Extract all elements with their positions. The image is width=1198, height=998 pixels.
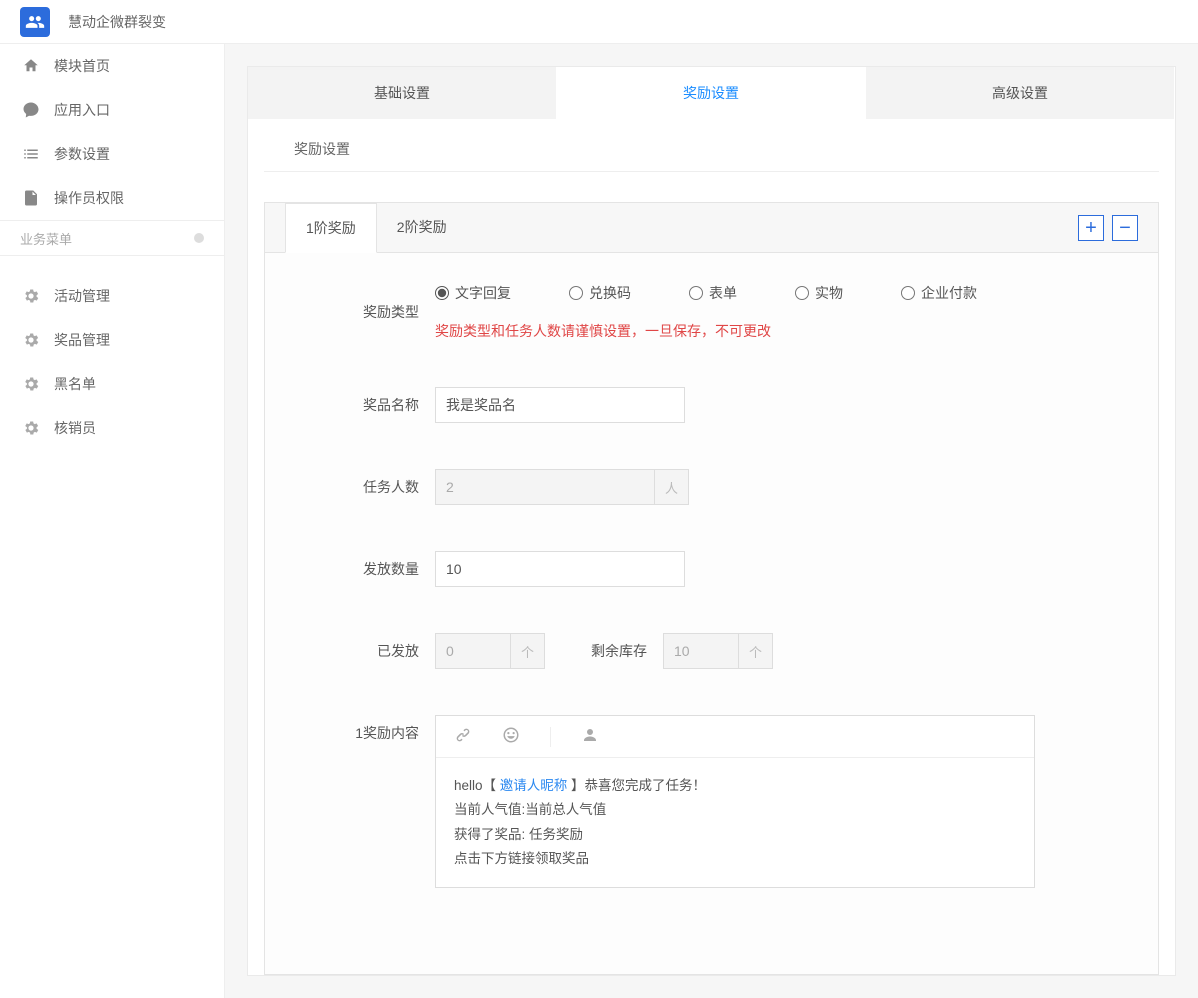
sidebar-item-label: 操作员权限 [54,188,124,208]
sidebar-item-label: 参数设置 [54,144,110,164]
inner-tabs: 1阶奖励 2阶奖励 [285,203,467,252]
radio-redeem-code[interactable]: 兑换码 [569,283,631,303]
emoji-icon[interactable] [502,726,520,747]
radio-enterprise-pay[interactable]: 企业付款 [901,283,977,303]
add-level-button[interactable]: + [1078,215,1104,241]
sidebar-item-verifier[interactable]: 核销员 [0,406,224,450]
inner-tab-level2[interactable]: 2阶奖励 [377,203,467,252]
sidebar-item-label: 核销员 [54,418,96,438]
sidebar-item-label: 黑名单 [54,374,96,394]
issue-qty-input[interactable] [435,551,685,587]
task-count-label: 任务人数 [305,477,435,497]
gear-icon [22,419,40,437]
reward-type-label: 奖励类型 [305,302,435,322]
radio-physical[interactable]: 实物 [795,283,843,303]
topbar: 慧动企微群裂变 [0,0,1198,44]
sidebar: 模块首页 应用入口 参数设置 操作员权限 业务菜单 活动管理 奖品管理 [0,44,225,998]
user-icon[interactable] [581,726,599,747]
task-count-suffix: 人 [655,469,689,505]
sidebar-item-params[interactable]: 参数设置 [0,132,224,176]
sidebar-item-label: 奖品管理 [54,330,110,350]
section-label: 奖励设置 [264,119,1159,172]
app-logo [20,7,50,37]
reward-type-radios: 文字回复 兑换码 表单 实物 企业付款 [435,283,1118,303]
sidebar-item-activity[interactable]: 活动管理 [0,274,224,318]
remain-label: 剩余库存 [591,641,647,661]
sidebar-item-operator[interactable]: 操作员权限 [0,176,224,220]
chat-icon [22,101,40,119]
sidebar-item-prize[interactable]: 奖品管理 [0,318,224,362]
tab-advanced-settings[interactable]: 高级设置 [866,67,1175,119]
document-icon [22,189,40,207]
collapse-dot-icon[interactable] [194,233,204,243]
home-icon [22,57,40,75]
sidebar-section-title: 业务菜单 [0,220,224,256]
issued-label: 已发放 [305,641,435,661]
radio-form[interactable]: 表单 [689,283,737,303]
remove-level-button[interactable]: − [1112,215,1138,241]
sidebar-item-app-entry[interactable]: 应用入口 [0,88,224,132]
inner-tab-level1[interactable]: 1阶奖励 [285,203,377,253]
issued-input [435,633,511,669]
sidebar-item-label: 活动管理 [54,286,110,306]
issued-suffix: 个 [511,633,545,669]
reward-type-warning: 奖励类型和任务人数请谨慎设置，一旦保存，不可更改 [435,321,1118,341]
list-icon [22,145,40,163]
toolbar-divider [550,727,551,747]
editor-body[interactable]: hello【 邀请人昵称 】恭喜您完成了任务！ 当前人气值:当前总人气值 获得了… [436,758,1034,887]
reward-content-label: 1奖励内容 [305,715,435,743]
tab-reward-settings[interactable]: 奖励设置 [557,67,866,119]
editor-toolbar [436,716,1034,758]
sidebar-item-label: 应用入口 [54,100,110,120]
gear-icon [22,287,40,305]
remain-suffix: 个 [739,633,773,669]
prize-name-label: 奖品名称 [305,395,435,415]
sidebar-item-label: 模块首页 [54,56,110,76]
sidebar-item-blacklist[interactable]: 黑名单 [0,362,224,406]
prize-name-input[interactable] [435,387,685,423]
editor-tag-inviter: 邀请人昵称 [500,778,568,793]
inner-panel: 1阶奖励 2阶奖励 + − 奖励类型 文字回复 兑换码 [264,202,1159,975]
task-count-input [435,469,655,505]
app-title: 慧动企微群裂变 [68,12,166,32]
tabs-large: 基础设置 奖励设置 高级设置 [248,67,1175,119]
radio-text-reply[interactable]: 文字回复 [435,283,511,303]
sidebar-item-home[interactable]: 模块首页 [0,44,224,88]
issue-qty-label: 发放数量 [305,559,435,579]
link-icon[interactable] [454,726,472,747]
gear-icon [22,331,40,349]
reward-content-editor[interactable]: hello【 邀请人昵称 】恭喜您完成了任务！ 当前人气值:当前总人气值 获得了… [435,715,1035,888]
remain-input [663,633,739,669]
tab-basic-settings[interactable]: 基础设置 [248,67,557,119]
main-panel: 基础设置 奖励设置 高级设置 奖励设置 1阶奖励 2阶奖励 + − [247,66,1176,976]
gear-icon [22,375,40,393]
